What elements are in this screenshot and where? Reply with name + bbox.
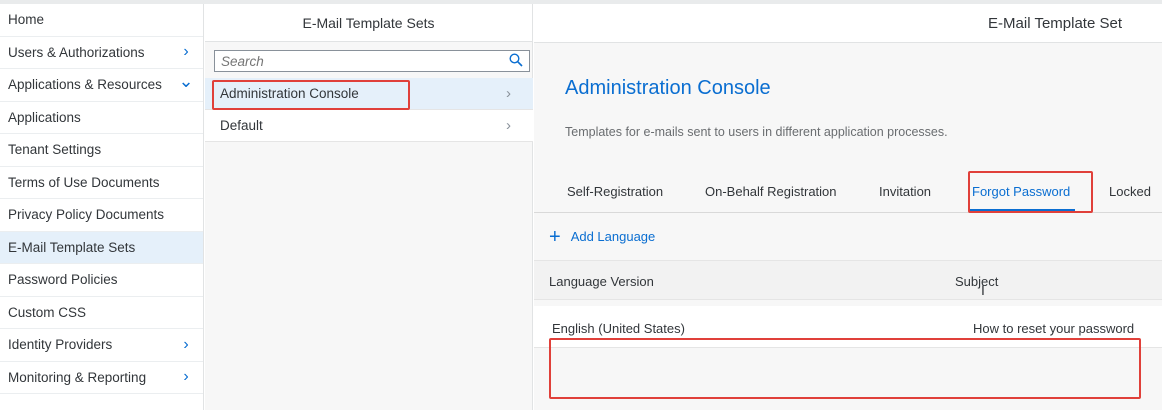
add-language-button[interactable]: + Add Language [549, 227, 655, 247]
nav-item-label: E-Mail Template Sets [8, 239, 136, 255]
nav-item-label: Applications & Resources [8, 77, 162, 93]
nav-item-password-policies[interactable]: Password Policies [0, 264, 203, 297]
nav-item-label: Applications [8, 109, 81, 125]
nav-item-applications-resources[interactable]: Applications & Resources ⌄ [0, 69, 203, 102]
nav-item-privacy-policy[interactable]: Privacy Policy Documents [0, 199, 203, 232]
nav-item-identity-providers[interactable]: Identity Providers › [0, 329, 203, 362]
chevron-right-icon[interactable]: › [177, 336, 195, 354]
nav-item-label: Password Policies [8, 272, 118, 288]
nav-item-label: Monitoring & Reporting [8, 369, 147, 385]
chevron-right-icon[interactable]: › [177, 43, 195, 61]
nav-item-tenant-settings[interactable]: Tenant Settings [0, 134, 203, 167]
nav-item-label: Privacy Policy Documents [8, 207, 165, 223]
highlight-administration-console [212, 80, 410, 110]
search-icon[interactable] [509, 52, 523, 70]
tab-locked[interactable]: Locked [1109, 184, 1151, 199]
nav-item-label: Home [8, 12, 45, 28]
object-subtitle: Templates for e-mails sent to users in d… [565, 125, 948, 139]
table-header: Language Version Subject [534, 260, 1162, 300]
tab-on-behalf-registration[interactable]: On-Behalf Registration [705, 184, 837, 199]
nav-item-applications[interactable]: Applications [0, 102, 203, 134]
chevron-right-icon: › [506, 85, 511, 102]
search-field[interactable] [214, 50, 530, 72]
cell-subject: How to reset your password [973, 321, 1135, 336]
list-item-label: Default [220, 118, 263, 133]
nav-item-terms-of-use[interactable]: Terms of Use Documents [0, 167, 203, 199]
chevron-right-icon: › [506, 117, 511, 134]
nav-item-home[interactable]: Home [0, 4, 203, 37]
text-cursor-icon: I [981, 282, 985, 298]
nav-item-label: Terms of Use Documents [8, 174, 160, 190]
detail-header-title: E-Mail Template Set [534, 4, 1162, 43]
plus-icon: + [549, 225, 561, 248]
tab-invitation[interactable]: Invitation [879, 184, 931, 199]
nav-item-monitoring-reporting[interactable]: Monitoring & Reporting › [0, 362, 203, 394]
nav-item-label: Custom CSS [8, 304, 87, 320]
panel-title: E-Mail Template Sets [205, 4, 532, 42]
highlight-template-row [549, 338, 1141, 399]
list-item-default[interactable]: Default › [205, 110, 533, 142]
table-toolbar: + Add Language [534, 214, 1162, 259]
template-sets-panel: E-Mail Template Sets Administration Cons… [205, 4, 533, 410]
cell-language: English (United States) [552, 321, 685, 336]
highlight-forgot-password-tab [968, 171, 1093, 213]
add-language-label: Add Language [570, 229, 656, 244]
nav-item-label: Identity Providers [8, 337, 113, 353]
tab-self-registration[interactable]: Self-Registration [567, 184, 663, 199]
column-header-language[interactable]: Language Version [549, 274, 654, 289]
search-input[interactable] [221, 53, 509, 69]
nav-item-label: Tenant Settings [8, 142, 102, 158]
nav-item-email-template-sets[interactable]: E-Mail Template Sets [0, 231, 203, 264]
side-navigation: Home Users & Authorizations › Applicatio… [0, 4, 204, 410]
column-header-subject[interactable]: Subject [955, 274, 998, 289]
chevron-right-icon[interactable]: › [177, 368, 195, 386]
nav-item-custom-css[interactable]: Custom CSS [0, 297, 203, 329]
object-title: Administration Console [565, 77, 771, 99]
nav-item-users-authorizations[interactable]: Users & Authorizations › [0, 37, 203, 69]
chevron-down-icon[interactable]: ⌄ [177, 71, 195, 92]
nav-item-label: Users & Authorizations [8, 44, 145, 60]
